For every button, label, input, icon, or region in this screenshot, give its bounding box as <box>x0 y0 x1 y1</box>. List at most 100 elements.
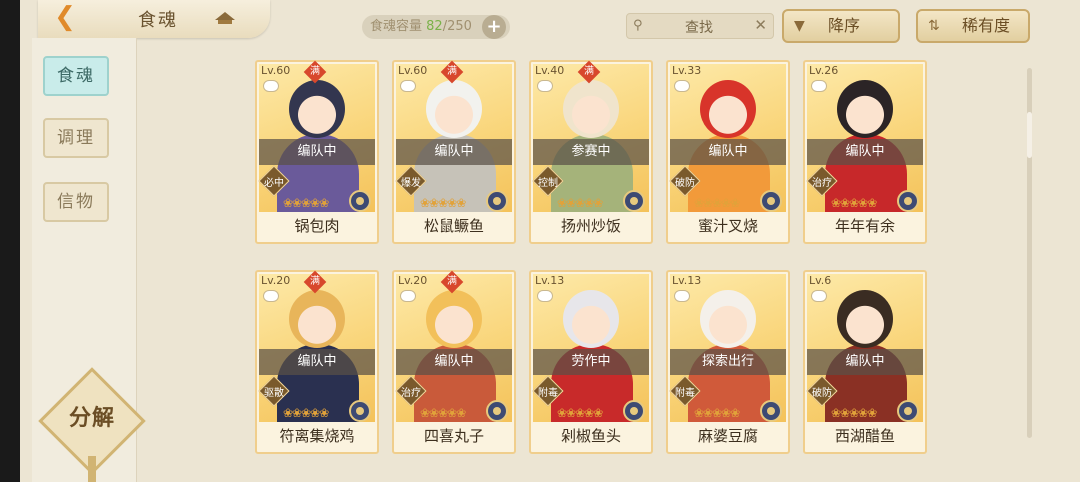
role-label: 破防 <box>675 178 695 189</box>
portrait-head <box>837 290 893 348</box>
role-label: 必中 <box>264 178 284 189</box>
star-rating-icon: ❀❀❀❀❀ <box>557 406 603 420</box>
device-edge <box>0 0 20 482</box>
chat-bubble-icon <box>674 290 690 302</box>
element-orb-icon <box>349 400 371 422</box>
element-orb-icon <box>760 400 782 422</box>
max-level-badge: 满 <box>577 60 601 84</box>
character-name: 西湖醋鱼 <box>834 427 895 445</box>
chat-bubble-icon <box>537 290 553 302</box>
element-orb-icon <box>349 190 371 212</box>
portrait-head <box>426 290 482 348</box>
level-label: Lv.13 <box>672 274 702 287</box>
back-arrow-icon[interactable]: ❮ <box>44 2 86 34</box>
status-banner: 编队中 <box>259 349 375 375</box>
level-label: Lv.20 <box>261 274 291 287</box>
level-label: Lv.60 <box>398 64 428 77</box>
decompose-label: 分解 <box>68 406 115 431</box>
status-banner: 编队中 <box>396 139 512 165</box>
status-banner: 编队中 <box>259 139 375 165</box>
character-card[interactable]: Lv.20 满编队中驱散 ❀❀❀❀❀ 符离集烧鸡 <box>255 270 379 454</box>
role-label: 驱散 <box>264 388 284 399</box>
star-rating-icon: ❀❀❀❀❀ <box>283 406 329 420</box>
star-rating-icon: ❀❀❀❀❀ <box>420 406 466 420</box>
character-name: 剁椒鱼头 <box>560 427 621 445</box>
element-orb-icon <box>486 400 508 422</box>
element-orb-icon <box>623 400 645 422</box>
hat-icon <box>215 12 235 24</box>
portrait-head <box>426 80 482 138</box>
search-box[interactable]: ⚲ 查找 ✕ <box>626 13 774 39</box>
portrait-head <box>700 290 756 348</box>
character-card[interactable]: Lv.20 满编队中 治疗 ❀❀❀❀❀ 四喜丸子 <box>392 270 516 454</box>
role-label: 附毒 <box>538 388 558 399</box>
clear-search-icon[interactable]: ✕ <box>754 16 767 34</box>
role-label: 附毒 <box>675 388 695 399</box>
portrait-head <box>837 80 893 138</box>
tab-shihun[interactable]: 食魂 <box>43 56 109 96</box>
expand-capacity-button[interactable]: + <box>482 15 506 39</box>
star-rating-icon: ❀❀❀❀❀ <box>694 196 740 210</box>
capacity-current: 82 <box>426 19 443 34</box>
level-label: Lv.40 <box>535 64 565 77</box>
chat-bubble-icon <box>811 80 827 92</box>
level-label: Lv.13 <box>535 274 565 287</box>
element-orb-icon <box>623 190 645 212</box>
star-rating-icon: ❀❀❀❀❀ <box>420 196 466 210</box>
portrait-head <box>289 290 345 348</box>
character-name: 四喜丸子 <box>423 427 484 445</box>
character-name: 扬州炒饭 <box>560 217 621 235</box>
portrait-head <box>700 80 756 138</box>
max-level-badge: 满 <box>303 270 327 294</box>
sort-order-button[interactable]: ▼ 降序 <box>782 9 900 43</box>
character-card[interactable]: Lv.13 探索出行 附毒 ❀❀❀❀❀ 麻婆豆腐 <box>666 270 790 454</box>
scrollbar-thumb[interactable] <box>1027 112 1032 158</box>
star-rating-icon: ❀❀❀❀❀ <box>831 406 877 420</box>
page-title: 食魂 <box>138 10 178 31</box>
sort-order-label: 降序 <box>828 16 861 35</box>
character-card[interactable]: Lv.6 编队中 破防 ❀❀❀❀❀ 西湖醋鱼 <box>803 270 927 454</box>
character-name: 锅包肉 <box>294 217 340 235</box>
status-banner: 编队中 <box>396 349 512 375</box>
character-name: 麻婆豆腐 <box>697 427 758 445</box>
character-card[interactable]: Lv.60 满编队中 必中 ❀❀❀❀❀ 锅包肉 <box>255 60 379 244</box>
character-card[interactable]: Lv.33 编队中 破防 ❀❀❀❀❀ 蜜汁叉烧 <box>666 60 790 244</box>
status-banner: 编队中 <box>807 139 923 165</box>
level-label: Lv.33 <box>672 64 702 77</box>
status-banner: 编队中 <box>807 349 923 375</box>
element-orb-icon <box>897 400 919 422</box>
sort-by-label: 稀有度 <box>962 16 1011 35</box>
max-level-badge: 满 <box>440 270 464 294</box>
level-label: Lv.60 <box>261 64 291 77</box>
chat-bubble-icon <box>263 80 279 92</box>
star-rating-icon: ❀❀❀❀❀ <box>557 196 603 210</box>
chat-bubble-icon <box>400 80 416 92</box>
element-orb-icon <box>897 190 919 212</box>
character-card[interactable]: Lv.26 编队中 治疗 ❀❀❀❀❀ 年年有余 <box>803 60 927 244</box>
capacity-total: /250 <box>442 19 472 34</box>
chat-bubble-icon <box>537 80 553 92</box>
character-card[interactable]: Lv.13 劳作中 附毒 ❀❀❀❀❀ 剁椒鱼头 <box>529 270 653 454</box>
element-orb-icon <box>760 190 782 212</box>
sort-down-icon: ▼ <box>794 18 805 34</box>
portrait-head <box>563 290 619 348</box>
role-label: 爆发 <box>401 178 421 189</box>
character-name: 松鼠鳜鱼 <box>423 217 484 235</box>
star-rating-icon: ❀❀❀❀❀ <box>694 406 740 420</box>
sort-by-button[interactable]: ⇅ 稀有度 <box>916 9 1030 43</box>
level-label: Lv.20 <box>398 274 428 287</box>
character-name: 符离集烧鸡 <box>279 427 355 445</box>
portrait-head <box>289 80 345 138</box>
tab-tiaoli[interactable]: 调理 <box>43 118 109 158</box>
level-label: Lv.26 <box>809 64 839 77</box>
character-card[interactable]: Lv.40 满参赛中 控制 ❀❀❀❀❀ 扬州炒饭 <box>529 60 653 244</box>
chat-bubble-icon <box>674 80 690 92</box>
star-rating-icon: ❀❀❀❀❀ <box>283 196 329 210</box>
max-level-badge: 满 <box>440 60 464 84</box>
character-card[interactable]: Lv.60 满编队中爆发 ❀❀❀❀❀ 松鼠鳜鱼 <box>392 60 516 244</box>
role-label: 破防 <box>812 388 832 399</box>
chat-bubble-icon <box>400 290 416 302</box>
role-label: 治疗 <box>812 178 832 189</box>
tab-xinwu[interactable]: 信物 <box>43 182 109 222</box>
star-rating-icon: ❀❀❀❀❀ <box>831 196 877 210</box>
